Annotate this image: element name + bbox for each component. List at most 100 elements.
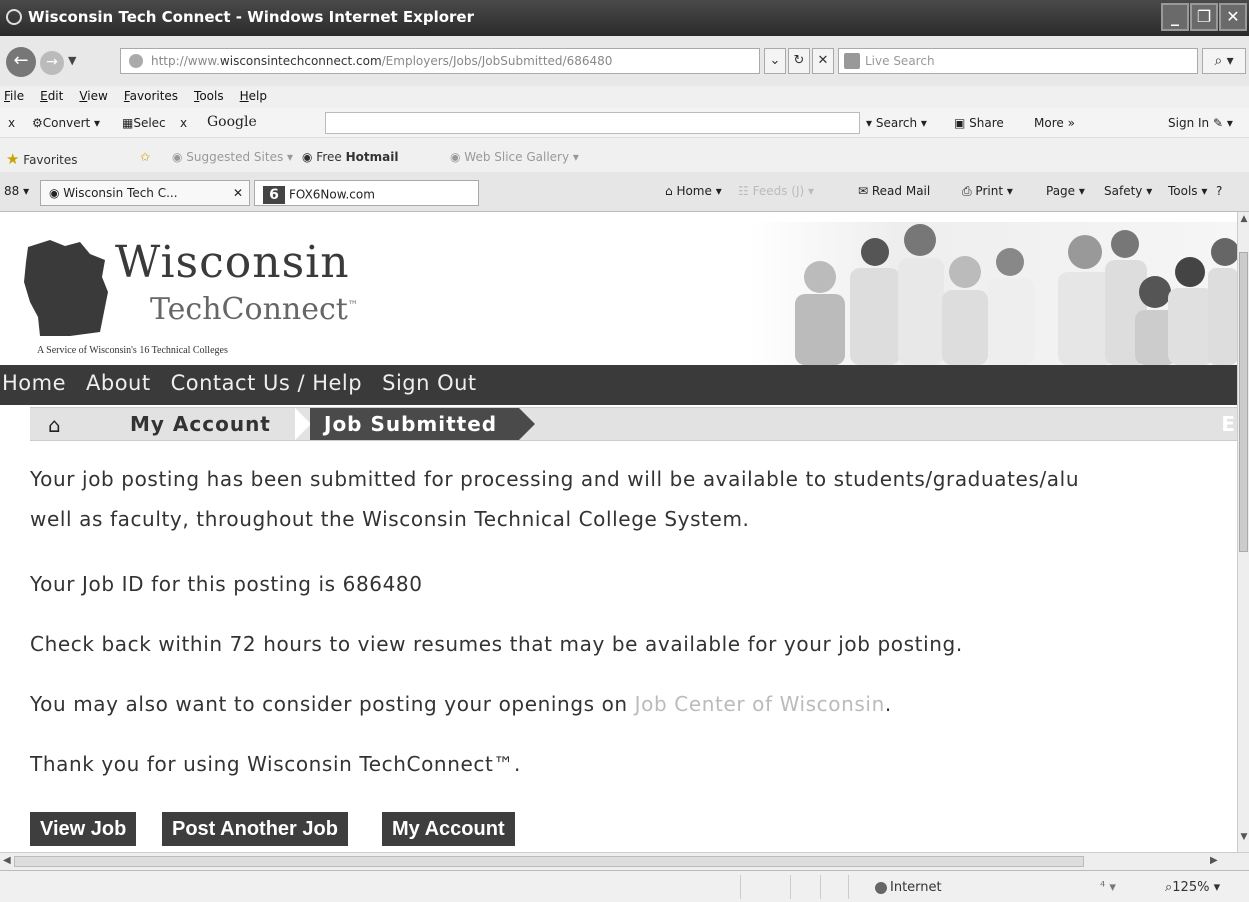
print-command[interactable]: ⎙ Print ▾ (962, 184, 1013, 199)
quick-tabs-button[interactable]: 88 ▾ (4, 184, 29, 198)
feeds-command[interactable]: ☷ Feeds (J) ▾ (738, 184, 814, 198)
share-label: Share (969, 116, 1004, 130)
security-zone: Internet (875, 880, 942, 895)
read-mail-command[interactable]: ✉ Read Mail (858, 184, 930, 198)
breadcrumb-my-account[interactable]: My Account (130, 412, 271, 436)
job-center-prefix: You may also want to consider posting yo… (30, 692, 635, 716)
my-account-button[interactable]: My Account (382, 812, 515, 846)
google-toolbar: x ⚙Convert ▾ ▦Selec x Google ▾ Search ▾ … (0, 108, 1249, 138)
menu-help[interactable]: Help (240, 89, 267, 108)
job-center-link[interactable]: Job Center of Wisconsin (635, 692, 885, 716)
tab-wisconsin-label: Wisconsin Tech C... (63, 186, 178, 200)
toolbar-close-button[interactable]: x (8, 116, 15, 130)
favorites-button[interactable]: ★ Favorites (6, 150, 78, 168)
menu-favorites[interactable]: Favorites (124, 89, 178, 108)
status-bar: Internet ⁴ ▾ ⌕125% ▾ (0, 870, 1249, 902)
scroll-up-icon[interactable]: ▲ (1238, 214, 1249, 228)
vertical-scroll-thumb[interactable] (1239, 252, 1248, 552)
nav-home-link[interactable]: Home (2, 371, 66, 405)
breadcrumb-home-icon[interactable]: ⌂ (48, 413, 61, 437)
search-go-button[interactable]: ⌕ ▾ (1202, 48, 1246, 74)
vertical-scrollbar[interactable]: ▲ ▼ (1237, 212, 1249, 852)
back-button[interactable]: ← (6, 47, 36, 77)
url-field[interactable]: http://www.wisconsintechconnect.com/Empl… (120, 48, 760, 74)
nav-sign-out-link[interactable]: Sign Out (382, 371, 477, 405)
tab-close-icon[interactable]: ✕ (233, 186, 243, 200)
tab-wisconsin[interactable]: ◉ Wisconsin Tech C... ✕ (40, 180, 250, 206)
refresh-button[interactable]: ↻ (788, 48, 810, 74)
sign-in-button[interactable]: Sign In ✎ ▾ (1168, 116, 1233, 130)
menu-tools[interactable]: Tools (194, 89, 224, 108)
breadcrumb: ⌂ My Account Job Submitted E (30, 407, 1237, 441)
logo-tm: ™ (347, 300, 358, 311)
maximize-button[interactable]: ❐ (1190, 3, 1218, 31)
status-separator (820, 875, 821, 899)
more-button[interactable]: More » (1034, 116, 1075, 130)
scroll-left-icon[interactable]: ◀ (3, 855, 11, 866)
globe-icon (875, 881, 887, 894)
tab-fox6-label: FOX6Now.com (289, 187, 375, 202)
submission-message-line2: well as faculty, throughout the Wisconsi… (30, 507, 750, 531)
submission-message-line1: Your job posting has been submitted for … (30, 467, 1080, 491)
window-titlebar: Wisconsin Tech Connect - Windows Interne… (0, 0, 1249, 36)
web-slice-gallery-link[interactable]: ◉ Web Slice Gallery ▾ (450, 150, 579, 164)
status-separator (740, 875, 741, 899)
wisconsin-map-icon (24, 240, 108, 336)
toolbar-close2-button[interactable]: x (180, 116, 187, 130)
safety-command[interactable]: Safety ▾ (1104, 184, 1152, 198)
google-search-button[interactable]: ▾ Search ▾ (866, 116, 927, 130)
zoom-level-button[interactable]: ⌕125% ▾ (1165, 880, 1220, 895)
forward-button[interactable]: → (40, 51, 64, 75)
horizontal-scroll-thumb[interactable] (14, 856, 1084, 867)
view-job-button[interactable]: View Job (30, 812, 137, 846)
minimize-button[interactable]: _ (1161, 3, 1189, 31)
suggested-sites-link[interactable]: ◉ Suggested Sites ▾ (172, 150, 293, 164)
favorites-star-icon: ★ (6, 150, 20, 168)
close-button[interactable]: ✕ (1219, 3, 1247, 31)
hotmail-link[interactable]: ◉ Free Hotmail (302, 150, 398, 164)
add-favorite-icon[interactable]: ✩ (140, 150, 150, 164)
menu-edit[interactable]: Edit (40, 89, 63, 108)
select-button[interactable]: ▦Selec (122, 116, 166, 130)
google-search-label: Search (875, 116, 918, 130)
help-command[interactable]: ? (1216, 184, 1222, 198)
nav-about-link[interactable]: About (86, 371, 151, 405)
home-command-label: Home (676, 184, 712, 198)
tab-fox6[interactable]: 6 FOX6Now.com (254, 180, 479, 206)
live-search-input[interactable]: Live Search (838, 48, 1198, 74)
page-command[interactable]: Page ▾ (1046, 184, 1085, 198)
suggested-sites-label: Suggested Sites ▾ (186, 150, 294, 164)
scroll-right-icon[interactable]: ▶ (1210, 855, 1218, 866)
logo-techconnect: TechConnect™ (150, 292, 358, 327)
compat-view-button[interactable]: ⌄ (764, 48, 786, 74)
recent-pages-dropdown[interactable]: ▼ (68, 54, 76, 67)
post-another-job-button[interactable]: Post Another Job (162, 812, 348, 846)
convert-button[interactable]: ⚙Convert ▾ (32, 116, 100, 130)
web-slice-label: Web Slice Gallery ▾ (464, 150, 579, 164)
people-banner-image (750, 222, 1237, 365)
home-command[interactable]: ⌂ Home ▾ (665, 184, 722, 198)
status-separator (790, 875, 791, 899)
logo-techconnect-text: TechConnect (150, 292, 348, 327)
live-search-placeholder: Live Search (865, 54, 935, 68)
feeds-label: Feeds (J) (752, 184, 805, 198)
logo-tagline: A Service of Wisconsin's 16 Technical Co… (37, 345, 228, 356)
tools-command[interactable]: Tools ▾ (1168, 184, 1207, 198)
status-separator (848, 875, 849, 899)
protected-mode-button[interactable]: ⁴ ▾ (1100, 880, 1116, 895)
tab-favicon-icon: ◉ (49, 186, 64, 200)
url-path: /Employers/Jobs/JobSubmitted/686480 (381, 54, 613, 68)
menu-file[interactable]: File (4, 89, 24, 108)
google-search-input[interactable] (325, 112, 860, 134)
stop-button[interactable]: ✕ (812, 48, 834, 74)
convert-label: Convert (42, 116, 91, 130)
google-logo: Google (207, 114, 257, 130)
scroll-down-icon[interactable]: ▼ (1238, 832, 1249, 846)
thank-you-text: Thank you for using Wisconsin TechConnec… (30, 752, 521, 776)
fox6-logo-icon: 6 (263, 186, 285, 204)
nav-contact-link[interactable]: Contact Us / Help (171, 371, 363, 405)
share-button[interactable]: ▣ Share (954, 116, 1004, 130)
job-center-text: You may also want to consider posting yo… (30, 692, 892, 716)
horizontal-scrollbar[interactable]: ◀ ▶ (0, 852, 1249, 870)
menu-view[interactable]: View (79, 89, 107, 108)
